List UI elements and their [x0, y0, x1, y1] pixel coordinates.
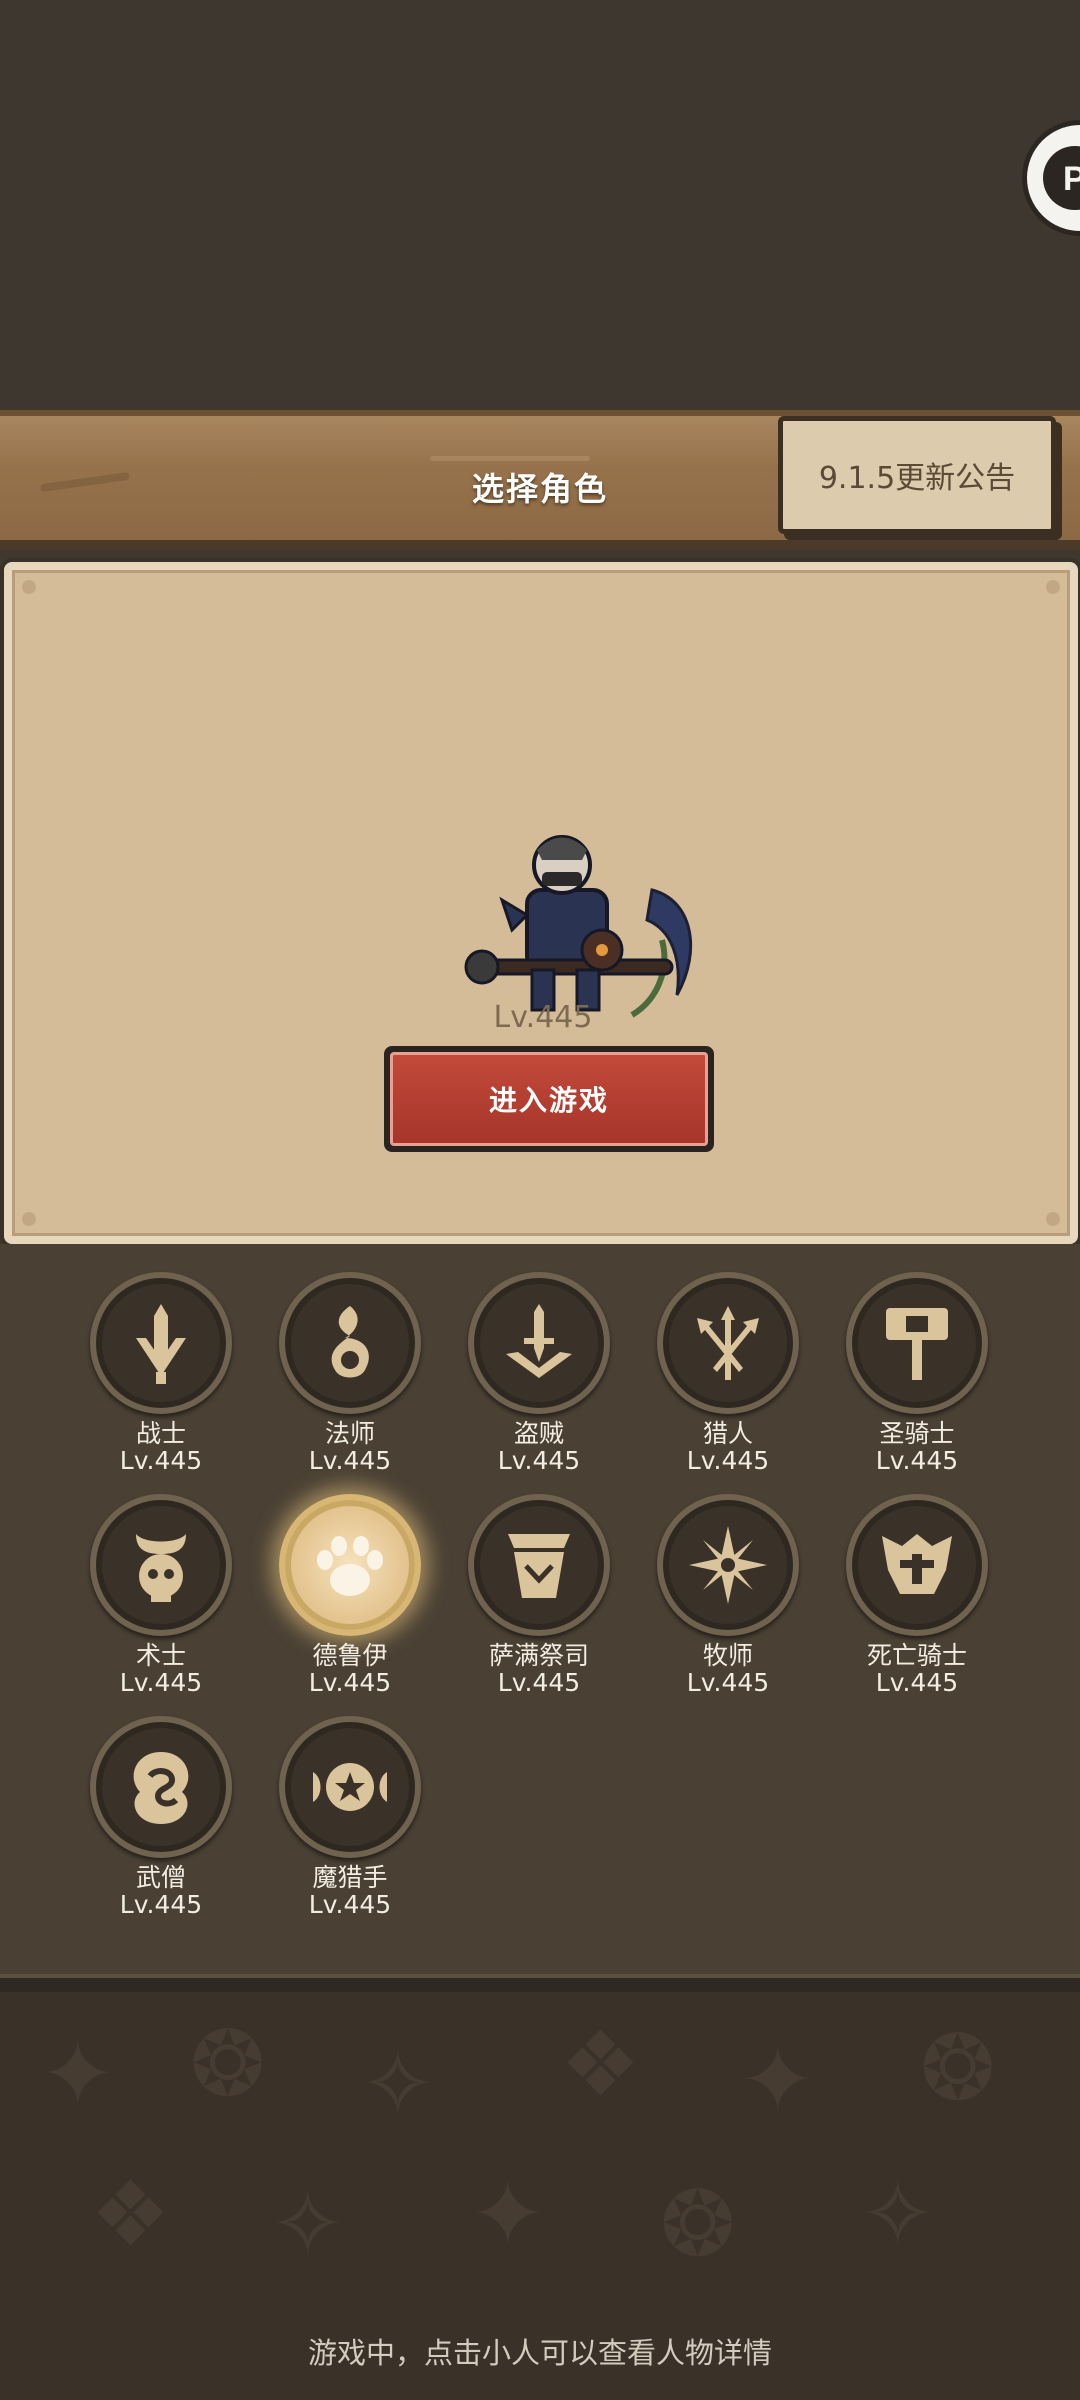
class-level: Lv.445: [308, 1446, 392, 1475]
class-name: 死亡骑士: [866, 1641, 967, 1670]
class-name: 武僧: [135, 1863, 186, 1892]
class-level: Lv.445: [497, 1446, 581, 1475]
class-name: 牧师: [702, 1641, 753, 1670]
footer-hint-text: 游戏中，点击小人可以查看人物详情: [307, 2336, 772, 2370]
hunter-arrows-icon: [657, 1272, 799, 1414]
druid-paw-icon: [279, 1494, 421, 1636]
top-blank-area: [0, 0, 1080, 410]
shaman-totem-icon: [468, 1494, 610, 1636]
class-level: Lv.445: [119, 1446, 203, 1475]
class-item-paladin[interactable]: 圣骑士 Lv.445: [810, 1252, 1000, 1475]
class-name: 战士: [135, 1419, 186, 1448]
class-level: Lv.445: [875, 1668, 959, 1697]
class-item-rogue[interactable]: 盗贼 Lv.445: [432, 1252, 622, 1475]
class-level: Lv.445: [308, 1668, 392, 1697]
class-name: 猎人: [702, 1419, 753, 1448]
class-level: Lv.445: [686, 1446, 770, 1475]
death-knight-helm-icon: [846, 1494, 988, 1636]
class-item-demon-hunter[interactable]: 魔猎手 Lv.445: [243, 1696, 433, 1919]
class-item-hunter[interactable]: 猎人 Lv.445: [621, 1252, 811, 1475]
class-level: Lv.445: [119, 1668, 203, 1697]
class-name: 萨满祭司: [488, 1641, 589, 1670]
p-logo-icon: P: [1043, 146, 1080, 210]
class-item-druid[interactable]: 德鲁伊 Lv.445: [243, 1474, 433, 1697]
class-item-death-knight[interactable]: 死亡骑士 Lv.445: [810, 1474, 1000, 1697]
class-name: 术士: [135, 1641, 186, 1670]
character-preview-panel: Lv.445 进入游戏: [4, 562, 1078, 1244]
class-level: Lv.445: [308, 1890, 392, 1919]
svg-text:P: P: [1063, 160, 1080, 198]
update-notice-button[interactable]: 9.1.5更新公告: [778, 416, 1056, 534]
class-item-shaman[interactable]: 萨满祭司 Lv.445: [432, 1474, 622, 1697]
class-item-monk[interactable]: 武僧 Lv.445: [54, 1696, 244, 1919]
panel-divider: [0, 1974, 1080, 1992]
mage-flame-icon: [279, 1272, 421, 1414]
class-selection-grid: 战士 Lv.445 法师 Lv.445 盗贼 Lv.445 猎人 Lv.445 …: [0, 1244, 1080, 1974]
header-bar: 选择角色 9.1.5更新公告: [0, 410, 1080, 550]
class-level: Lv.445: [119, 1890, 203, 1919]
priest-star-icon: [657, 1494, 799, 1636]
class-name: 法师: [324, 1419, 375, 1448]
class-level: Lv.445: [497, 1668, 581, 1697]
rogue-dagger-icon: [468, 1272, 610, 1414]
class-level: Lv.445: [875, 1446, 959, 1475]
class-item-warrior[interactable]: 战士 Lv.445: [54, 1252, 244, 1475]
class-name: 圣骑士: [879, 1419, 955, 1448]
class-name: 盗贼: [513, 1419, 564, 1448]
enter-game-button[interactable]: 进入游戏: [384, 1046, 714, 1152]
class-name: 魔猎手: [312, 1863, 388, 1892]
class-item-warlock[interactable]: 术士 Lv.445: [54, 1474, 244, 1697]
warlock-skull-icon: [90, 1494, 232, 1636]
demon-hunter-icon: [279, 1716, 421, 1858]
class-item-priest[interactable]: 牧师 Lv.445: [621, 1474, 811, 1697]
monk-swirl-icon: [90, 1716, 232, 1858]
character-level: Lv.445: [493, 1000, 593, 1035]
class-item-mage[interactable]: 法师 Lv.445: [243, 1252, 433, 1475]
class-level: Lv.445: [686, 1668, 770, 1697]
class-name: 德鲁伊: [312, 1641, 388, 1670]
warrior-sword-icon: [90, 1272, 232, 1414]
enter-game-label: 进入游戏: [390, 1052, 708, 1146]
character-sprite[interactable]: [452, 820, 702, 1030]
paladin-hammer-icon: [846, 1272, 988, 1414]
